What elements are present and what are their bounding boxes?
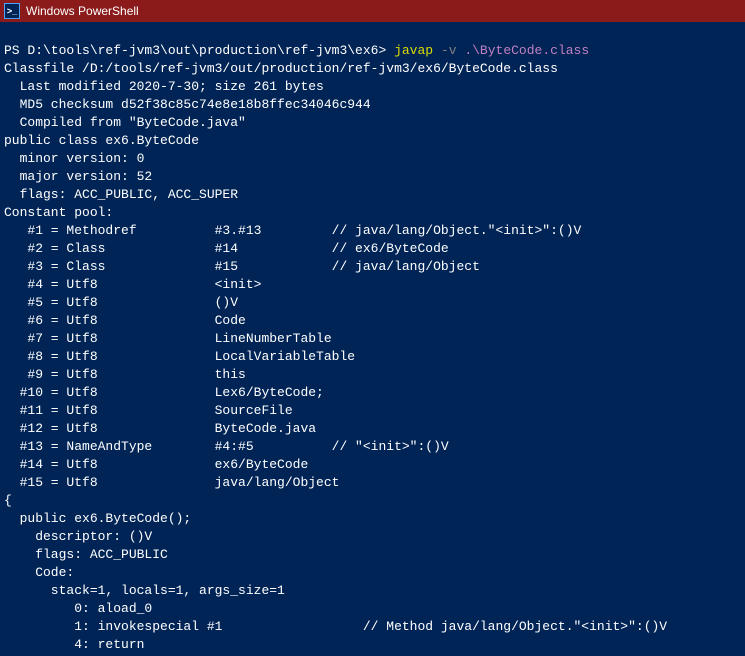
prompt-path: PS D:\tools\ref-jvm3\out\production\ref-… bbox=[4, 43, 386, 58]
output-line: #3 = Class #15 // java/lang/Object bbox=[4, 259, 480, 274]
output-line: #6 = Utf8 Code bbox=[4, 313, 246, 328]
command-arg: .\ByteCode.class bbox=[464, 43, 589, 58]
output-line: 4: return bbox=[4, 637, 144, 652]
output-line: #9 = Utf8 this bbox=[4, 367, 246, 382]
powershell-icon: >_ bbox=[4, 3, 20, 19]
output-line: stack=1, locals=1, args_size=1 bbox=[4, 583, 285, 598]
output-line: Last modified 2020-7-30; size 261 bytes bbox=[4, 79, 324, 94]
window-title: Windows PowerShell bbox=[26, 4, 139, 18]
window-titlebar[interactable]: >_ Windows PowerShell bbox=[0, 0, 745, 22]
output-line: #2 = Class #14 // ex6/ByteCode bbox=[4, 241, 449, 256]
output-line: #7 = Utf8 LineNumberTable bbox=[4, 331, 332, 346]
output-line: #4 = Utf8 <init> bbox=[4, 277, 261, 292]
output-line: flags: ACC_PUBLIC bbox=[4, 547, 168, 562]
output-line: Compiled from "ByteCode.java" bbox=[4, 115, 246, 130]
command-name: javap bbox=[394, 43, 433, 58]
output-line: descriptor: ()V bbox=[4, 529, 152, 544]
output-line: #10 = Utf8 Lex6/ByteCode; bbox=[4, 385, 324, 400]
output-line: #12 = Utf8 ByteCode.java bbox=[4, 421, 316, 436]
output-line: #8 = Utf8 LocalVariableTable bbox=[4, 349, 355, 364]
output-line: minor version: 0 bbox=[4, 151, 144, 166]
command-flag: -v bbox=[441, 43, 457, 58]
output-line: #15 = Utf8 java/lang/Object bbox=[4, 475, 339, 490]
output-line: public ex6.ByteCode(); bbox=[4, 511, 191, 526]
output-line: #5 = Utf8 ()V bbox=[4, 295, 238, 310]
output-line: 1: invokespecial #1 // Method java/lang/… bbox=[4, 619, 667, 634]
output-line: MD5 checksum d52f38c85c74e8e18b8ffec3404… bbox=[4, 97, 371, 112]
output-line: #1 = Methodref #3.#13 // java/lang/Objec… bbox=[4, 223, 581, 238]
output-line: flags: ACC_PUBLIC, ACC_SUPER bbox=[4, 187, 238, 202]
output-line: { bbox=[4, 493, 12, 508]
output-line: #11 = Utf8 SourceFile bbox=[4, 403, 293, 418]
output-line: #14 = Utf8 ex6/ByteCode bbox=[4, 457, 308, 472]
terminal-output[interactable]: PS D:\tools\ref-jvm3\out\production\ref-… bbox=[0, 22, 745, 656]
output-line: Code: bbox=[4, 565, 74, 580]
output-line: public class ex6.ByteCode bbox=[4, 133, 199, 148]
output-line: major version: 52 bbox=[4, 169, 152, 184]
output-line: #13 = NameAndType #4:#5 // "<init>":()V bbox=[4, 439, 449, 454]
output-line: Constant pool: bbox=[4, 205, 113, 220]
output-line: 0: aload_0 bbox=[4, 601, 152, 616]
output-line: Classfile /D:/tools/ref-jvm3/out/product… bbox=[4, 61, 558, 76]
